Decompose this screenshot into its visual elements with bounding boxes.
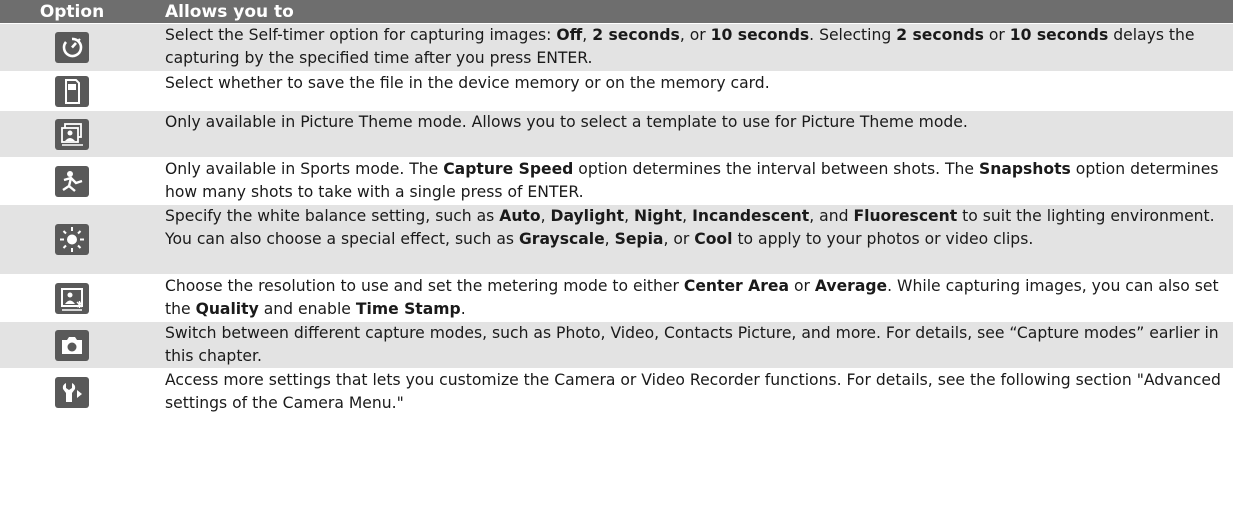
table-row: Only available in Picture Theme mode. Al… <box>0 110 1233 158</box>
option-icon-cell <box>0 204 144 275</box>
option-icon-cell <box>0 274 144 322</box>
camera-icon <box>55 329 89 361</box>
option-icon-cell <box>0 71 144 111</box>
table-row: Switch between different capture modes, … <box>0 321 1233 369</box>
option-icon-cell <box>0 110 144 158</box>
table-row: Access more settings that lets you custo… <box>0 368 1233 417</box>
option-icon-cell <box>0 368 144 417</box>
option-description: Only available in Sports mode. The Captu… <box>144 157 1233 205</box>
option-icon-cell <box>0 157 144 205</box>
white-balance-icon <box>55 224 89 255</box>
option-description: Select the Self-timer option for capturi… <box>144 23 1233 72</box>
option-icon-cell <box>0 23 144 72</box>
wrench-icon <box>55 377 89 408</box>
option-description: Access more settings that lets you custo… <box>144 368 1233 417</box>
picture-theme-icon <box>55 118 89 150</box>
options-table: Option Allows you to Select the Self-tim… <box>0 0 1233 417</box>
self-timer-icon <box>55 32 89 63</box>
table-row: Only available in Sports mode. The Captu… <box>0 157 1233 205</box>
column-header-allows: Allows you to <box>144 0 1233 24</box>
option-description: Select whether to save the file in the d… <box>144 71 1233 111</box>
option-description: Specify the white balance setting, such … <box>144 204 1233 275</box>
column-header-option: Option <box>0 0 144 24</box>
table-row: Specify the white balance setting, such … <box>0 204 1233 275</box>
sports-mode-icon <box>55 165 89 197</box>
resolution-settings-icon <box>55 282 89 314</box>
storage-card-icon <box>55 75 89 107</box>
table-row: Choose the resolution to use and set the… <box>0 274 1233 322</box>
table-row: Select whether to save the file in the d… <box>0 71 1233 111</box>
option-description: Choose the resolution to use and set the… <box>144 274 1233 322</box>
option-description: Only available in Picture Theme mode. Al… <box>144 110 1233 158</box>
table-row: Select the Self-timer option for capturi… <box>0 23 1233 72</box>
option-description: Switch between different capture modes, … <box>144 321 1233 369</box>
table-header-row: Option Allows you to <box>0 0 1233 24</box>
option-icon-cell <box>0 321 144 369</box>
